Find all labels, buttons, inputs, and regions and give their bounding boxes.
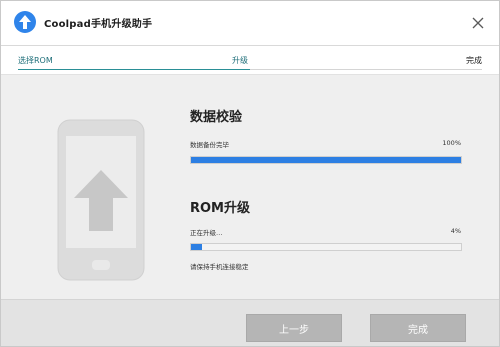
step-remaining-line — [250, 69, 482, 70]
data-check-progress-fill — [191, 157, 461, 163]
phone-upgrade-icon — [57, 119, 145, 281]
data-check-percent: 100% — [442, 139, 461, 147]
steps-bar: 选择ROM 升级 完成 — [1, 46, 499, 75]
rom-upgrade-note: 请保持手机连接稳定 — [190, 263, 249, 271]
data-check-title: 数据校验 — [190, 110, 243, 125]
upgrade-window: Coolpad手机升级助手 选择ROM 升级 完成 数据校验 数据备份完毕 10… — [0, 0, 500, 347]
previous-button[interactable]: 上一步 — [246, 314, 342, 342]
rom-upgrade-title: ROM升级 — [190, 201, 250, 216]
close-icon[interactable] — [467, 12, 489, 34]
step-progress-line — [18, 69, 250, 70]
main-content: 数据校验 数据备份完毕 100% ROM升级 正在升级… 4% 请保持手机连接稳… — [1, 75, 499, 300]
data-check-status: 数据备份完毕 — [190, 141, 229, 149]
up-arrow-logo-icon — [14, 11, 36, 33]
data-check-progress-bar — [190, 156, 462, 164]
app-title: Coolpad手机升级助手 — [44, 19, 153, 30]
rom-upgrade-status: 正在升级… — [190, 229, 223, 237]
rom-upgrade-progress-fill — [191, 244, 202, 250]
rom-upgrade-percent: 4% — [450, 227, 461, 235]
step-done: 完成 — [466, 56, 482, 65]
footer-bar: 上一步 完成 — [1, 299, 499, 346]
title-bar: Coolpad手机升级助手 — [1, 1, 499, 46]
step-select-rom: 选择ROM — [18, 56, 53, 65]
rom-upgrade-progress-bar — [190, 243, 462, 251]
done-button[interactable]: 完成 — [370, 314, 466, 342]
step-upgrade: 升级 — [232, 56, 248, 65]
